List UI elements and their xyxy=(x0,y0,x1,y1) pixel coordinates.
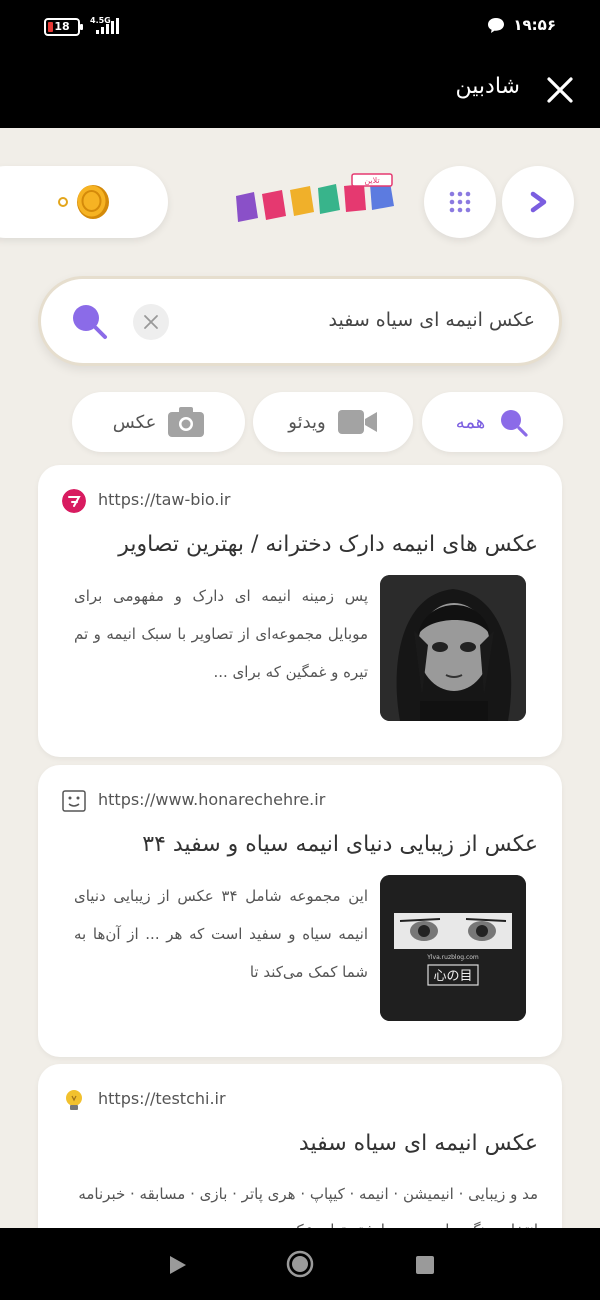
result-thumbnail[interactable] xyxy=(380,575,526,721)
result-title[interactable]: عکس انیمه ای سیاه سفید xyxy=(62,1126,538,1162)
app-logo: تلاین xyxy=(232,172,400,232)
chat-bubble-icon xyxy=(488,18,505,33)
result-card[interactable]: https://www.honarechehre.ir عکس از زیبای… xyxy=(38,765,562,1057)
thumb-caption: 心の目 xyxy=(433,969,472,984)
chevron-right-icon xyxy=(530,191,547,213)
coin-icon xyxy=(77,185,109,219)
filter-all[interactable]: همه xyxy=(422,392,563,452)
site-favicon-icon xyxy=(62,790,86,812)
system-nav-bar xyxy=(0,1228,600,1300)
filter-video[interactable]: ویدئو xyxy=(253,392,413,452)
result-url[interactable]: https://testchi.ir xyxy=(98,1088,226,1110)
search-icon xyxy=(73,305,107,339)
clear-search-button[interactable] xyxy=(133,304,169,340)
camera-icon xyxy=(168,407,205,437)
result-url[interactable]: https://www.honarechehre.ir xyxy=(98,789,325,811)
status-bar: 18 4.5G ۱۹:۵۶ xyxy=(0,0,600,52)
battery-level: 18 xyxy=(54,20,70,33)
close-button[interactable] xyxy=(542,72,578,108)
result-title[interactable]: عکس های انیمه دارک دخترانه / بهترین تصاو… xyxy=(62,527,538,563)
thumb-watermark: Ylva.ruzblog.com xyxy=(426,954,479,961)
grid-icon xyxy=(449,191,471,213)
result-title[interactable]: عکس از زیبایی دنیای انیمه سیاه و سفید ۳۴ xyxy=(62,827,538,863)
coin-balance-button[interactable] xyxy=(0,166,168,238)
page-title: شادبین xyxy=(455,74,520,99)
search-bar[interactable]: عکس انیمه ای سیاه سفید xyxy=(38,276,562,366)
lightbulb-favicon-icon xyxy=(66,1090,82,1110)
apps-menu-button[interactable] xyxy=(424,166,496,238)
forward-button[interactable] xyxy=(502,166,574,238)
close-icon xyxy=(547,77,573,103)
filter-image-label: عکس xyxy=(112,411,157,433)
video-icon xyxy=(337,410,377,434)
anime-girl-image xyxy=(380,575,526,721)
result-description: پس زمینه انیمه ای دارک و مفهومی برای موب… xyxy=(74,587,368,681)
triangle-back-icon[interactable] xyxy=(168,1254,188,1276)
result-thumbnail[interactable]: Ylva.ruzblog.com 心の目 xyxy=(380,875,526,1021)
square-recent-icon[interactable] xyxy=(416,1256,434,1274)
app-header: شادبین xyxy=(0,52,600,128)
filter-image[interactable]: عکس xyxy=(72,392,245,452)
filter-all-label: همه xyxy=(455,411,486,433)
search-button[interactable] xyxy=(69,301,109,345)
clock: ۱۹:۵۶ xyxy=(513,16,556,34)
logo-badge: تلاین xyxy=(364,176,379,185)
x-icon xyxy=(144,315,158,329)
battery-icon: 18 xyxy=(44,18,83,36)
result-url[interactable]: https://taw-bio.ir xyxy=(98,489,231,511)
coin-count-indicator xyxy=(58,197,68,207)
result-description: این مجموعه شامل ۳۴ عکس از زیبایی دنیای ا… xyxy=(74,887,368,981)
filter-video-label: ویدئو xyxy=(288,411,326,433)
anime-eyes-image: Ylva.ruzblog.com 心の目 xyxy=(380,875,526,1021)
search-icon xyxy=(501,410,528,437)
signal-icon xyxy=(96,18,119,34)
circle-home-icon[interactable] xyxy=(286,1250,314,1278)
site-favicon-icon xyxy=(62,489,86,513)
result-card[interactable]: https://taw-bio.ir عکس های انیمه دارک دخ… xyxy=(38,465,562,757)
search-input[interactable]: عکس انیمه ای سیاه سفید xyxy=(329,309,535,331)
